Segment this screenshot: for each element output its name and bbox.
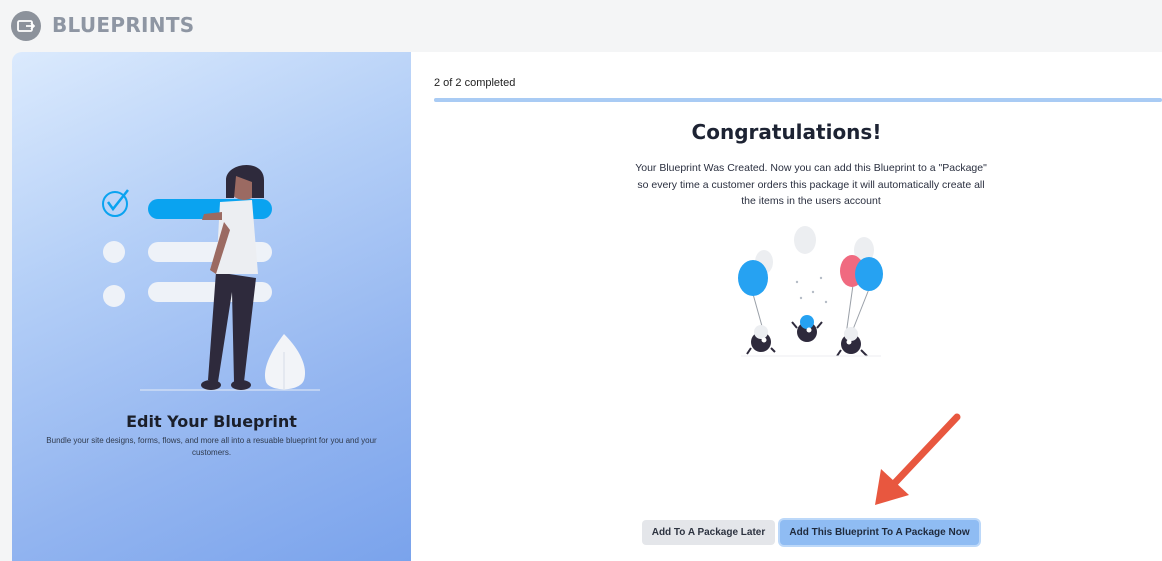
- annotation-arrow-icon: [875, 413, 961, 505]
- left-info-panel: Edit Your Blueprint Bundle your site des…: [12, 52, 411, 561]
- creature-icon: [791, 315, 823, 342]
- add-to-package-now-button[interactable]: Add This Blueprint To A Package Now: [780, 520, 979, 545]
- congrats-title: Congratulations!: [691, 120, 882, 144]
- blueprint-logo-icon: [11, 11, 41, 41]
- congrats-message: Your Blueprint Was Created. Now you can …: [635, 162, 987, 207]
- app-title: BLUEPRINTS: [52, 13, 195, 37]
- progress-bar-fill: [434, 98, 1162, 102]
- balloons-celebration-illustration: [738, 226, 883, 357]
- plant-icon: [264, 334, 306, 390]
- list-bullet-icon: [103, 241, 125, 263]
- woman-checklist-illustration: [102, 164, 320, 391]
- creature-icon: [836, 327, 868, 357]
- left-panel-description: Bundle your site designs, forms, flows, …: [46, 436, 377, 457]
- add-to-package-later-button[interactable]: Add To A Package Later: [642, 520, 775, 545]
- progress-bar: [434, 98, 1162, 102]
- wizard-panel: 2 of 2 completed Congratulations! Your B…: [411, 52, 1162, 561]
- creature-icon: [746, 325, 776, 355]
- progress-label: 2 of 2 completed: [434, 77, 516, 89]
- left-panel-title: Edit Your Blueprint: [126, 412, 297, 431]
- blue-balloon-icon: [738, 260, 768, 296]
- list-bullet-icon: [103, 285, 125, 307]
- app-header: BLUEPRINTS: [0, 0, 1162, 52]
- blue-balloon-icon: [855, 257, 883, 291]
